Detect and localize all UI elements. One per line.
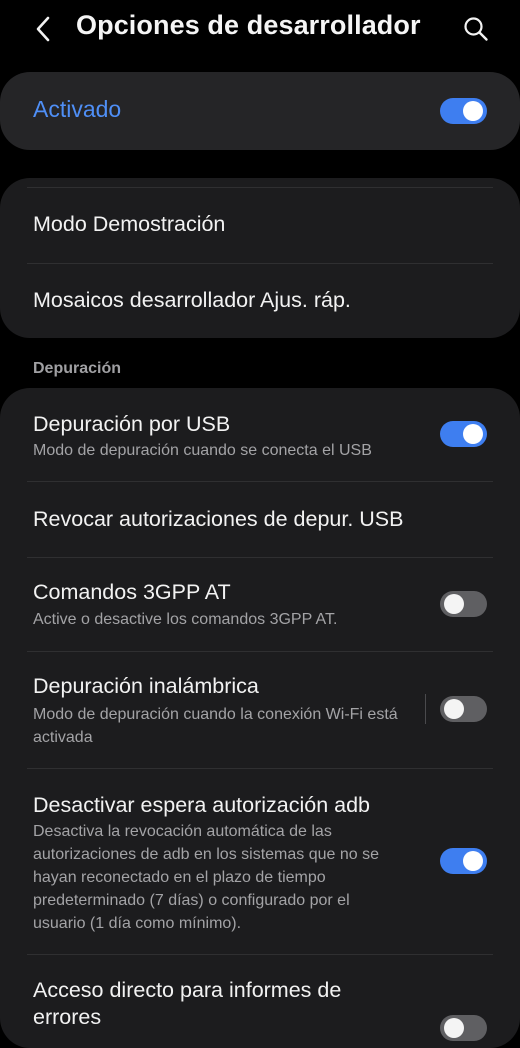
- list-item-wireless-debugging[interactable]: Depuración inalámbrica Modo de depuració…: [0, 652, 520, 768]
- toggle-knob: [444, 1018, 464, 1038]
- list-item-3gpp-at[interactable]: Comandos 3GPP AT Active o desactive los …: [0, 558, 520, 651]
- master-toggle[interactable]: [440, 98, 487, 124]
- debugging-settings-card: Depuración por USB Modo de depuración cu…: [0, 388, 520, 1048]
- list-item-quick-tiles[interactable]: Mosaicos desarrollador Ajus. ráp.: [0, 264, 520, 338]
- list-item-title: Depuración inalámbrica: [33, 674, 259, 698]
- search-button[interactable]: [458, 11, 494, 47]
- toggle-knob: [463, 101, 483, 121]
- list-item-subtitle: Desactiva la revocación automática de la…: [33, 823, 379, 932]
- page-title: Opciones de desarrollador: [76, 10, 421, 40]
- list-item-adb-auth-timeout[interactable]: Desactivar espera autorización adb Desac…: [0, 769, 520, 954]
- list-item-revoke-usb-auth[interactable]: Revocar autorizaciones de depur. USB: [0, 482, 520, 557]
- toggle-knob: [463, 424, 483, 444]
- search-icon: [464, 17, 488, 41]
- toggle-knob: [463, 851, 483, 871]
- list-item-usb-debugging[interactable]: Depuración por USB Modo de depuración cu…: [0, 388, 520, 481]
- 3gpp-at-toggle[interactable]: [440, 591, 487, 617]
- master-switch-bar[interactable]: Activado: [0, 72, 520, 150]
- wireless-debugging-toggle[interactable]: [440, 696, 487, 722]
- list-item-title: Acceso directo para informes de errores: [33, 978, 342, 1029]
- list-item-subtitle: Modo de depuración cuando se conecta el …: [33, 442, 372, 459]
- list-item-demo-mode[interactable]: Modo Demostración: [0, 188, 520, 263]
- adb-auth-timeout-toggle[interactable]: [440, 848, 487, 874]
- list-item-subtitle: Active o desactive los comandos 3GPP AT.: [33, 611, 338, 628]
- vertical-separator: [425, 694, 426, 724]
- list-item-title: Comandos 3GPP AT: [33, 580, 231, 604]
- list-item-title: Desactivar espera autorización adb: [33, 793, 371, 817]
- list-item-subtitle: Modo de depuración cuando la conexión Wi…: [33, 706, 398, 746]
- app-header: Opciones de desarrollador: [0, 0, 520, 60]
- section-header-debugging: Depuración: [33, 360, 122, 377]
- toggle-knob: [444, 594, 464, 614]
- list-item-title: Mosaicos desarrollador Ajus. ráp.: [33, 288, 351, 312]
- bug-report-shortcut-toggle[interactable]: [440, 1015, 487, 1041]
- toggle-knob: [444, 699, 464, 719]
- master-switch-label: Activado: [33, 96, 122, 122]
- list-item-title: Modo Demostración: [33, 212, 226, 236]
- general-settings-card: Modo Demostración Mosaicos desarrollador…: [0, 178, 520, 338]
- list-item-title: Depuración por USB: [33, 412, 231, 436]
- list-item-title: Revocar autorizaciones de depur. USB: [33, 507, 404, 531]
- back-arrow-icon: [36, 16, 50, 42]
- usb-debugging-toggle[interactable]: [440, 421, 487, 447]
- back-button[interactable]: [26, 12, 60, 46]
- list-item-bug-report-shortcut[interactable]: Acceso directo para informes de errores: [0, 955, 520, 1048]
